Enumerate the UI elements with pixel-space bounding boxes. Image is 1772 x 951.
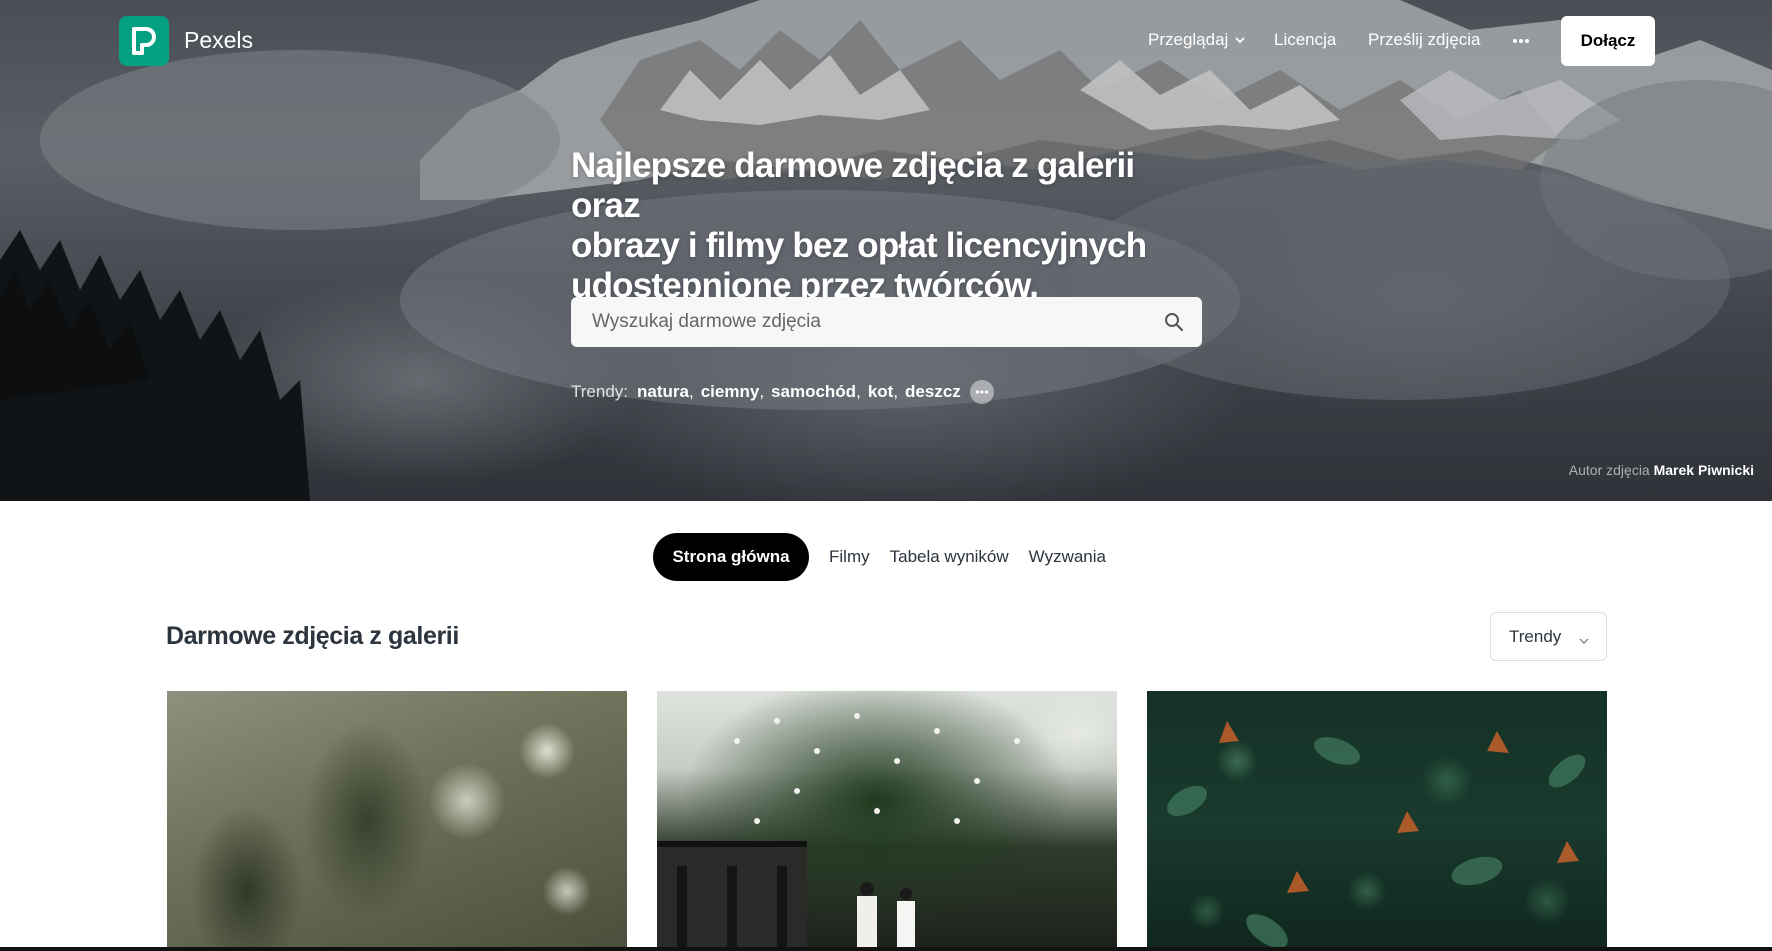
nav-license-link[interactable]: Licencja	[1274, 30, 1336, 50]
trend-link-kot[interactable]: kot	[868, 382, 894, 402]
hero-title-line: Najlepsze darmowe zdjęcia z galerii oraz	[571, 146, 1135, 225]
photo-detail	[657, 713, 1020, 947]
sort-dropdown[interactable]: Trendy	[1490, 612, 1607, 661]
chevron-down-icon	[1578, 632, 1590, 652]
credit-author-link[interactable]: Marek Piwnicki	[1654, 462, 1754, 478]
hero-section: Pexels Przeglądaj Licencja Prześlij zdję…	[0, 0, 1772, 501]
pexels-logo-icon[interactable]	[119, 16, 169, 66]
trend-link-ciemny[interactable]: ciemny	[701, 382, 760, 402]
trend-link-deszcz[interactable]: deszcz	[905, 382, 961, 402]
window-bottom-edge	[0, 947, 1772, 951]
trends-label: Trendy:	[571, 382, 629, 401]
more-horizontal-icon[interactable]	[1510, 30, 1532, 52]
photo-credit: Autor zdjęcia Marek Piwnicki	[1569, 462, 1754, 478]
tab-challenges[interactable]: Wyzwania	[1029, 547, 1106, 567]
trend-link-samochod[interactable]: samochód	[771, 382, 856, 402]
top-navigation: Pexels Przeglądaj Licencja Prześlij zdję…	[0, 0, 1772, 82]
nav-browse-label: Przeglądaj	[1148, 30, 1229, 49]
nav-upload-link[interactable]: Prześlij zdjęcia	[1368, 30, 1480, 50]
nav-browse-menu[interactable]: Przeglądaj	[1148, 30, 1246, 51]
gallery-photo-leaves[interactable]	[1147, 691, 1607, 947]
search-icon[interactable]	[1146, 297, 1202, 347]
content-tabs: Strona główna Filmy Tabela wyników Wyzwa…	[653, 533, 1106, 581]
gallery-photo-rain-window[interactable]	[167, 691, 627, 947]
gallery-photo-couple-tree[interactable]	[657, 691, 1117, 947]
brand-name[interactable]: Pexels	[184, 27, 253, 54]
trend-link-natura[interactable]: natura	[637, 382, 689, 402]
tab-videos[interactable]: Filmy	[829, 547, 870, 567]
trending-searches: Trendy: natura, ciemny, samochód, kot, d…	[571, 380, 994, 404]
join-button[interactable]: Dołącz	[1561, 16, 1655, 66]
page: Pexels Przeglądaj Licencja Prześlij zdję…	[0, 0, 1772, 947]
credit-label: Autor zdjęcia	[1568, 462, 1650, 478]
search-bar	[571, 297, 1202, 347]
hero-title: Najlepsze darmowe zdjęcia z galerii oraz…	[571, 146, 1191, 306]
hero-title-line: obrazy i filmy bez opłat licencyjnych	[571, 226, 1147, 265]
tab-leaderboard[interactable]: Tabela wyników	[890, 547, 1009, 567]
photo-detail	[1167, 721, 1586, 947]
more-horizontal-icon[interactable]	[969, 380, 994, 404]
gallery-title: Darmowe zdjęcia z galerii	[166, 622, 459, 650]
tab-home[interactable]: Strona główna	[653, 533, 809, 581]
search-input[interactable]	[571, 297, 1146, 347]
chevron-down-icon	[1234, 31, 1246, 51]
sort-selected-value: Trendy	[1509, 626, 1562, 646]
